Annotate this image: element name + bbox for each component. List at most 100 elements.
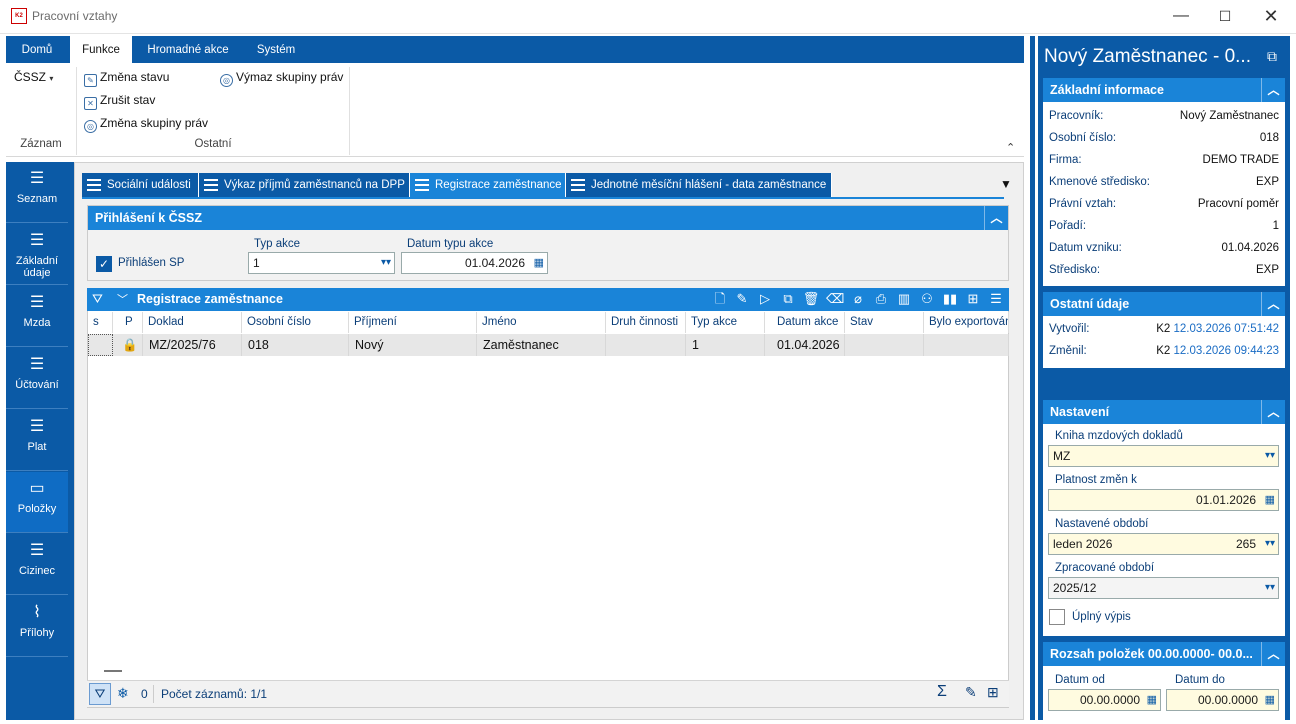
- datum-od-input[interactable]: 00.00.0000 ▦: [1048, 689, 1161, 711]
- maximize-button[interactable]: ☐: [1202, 0, 1248, 34]
- menu-icon[interactable]: ☰: [987, 290, 1005, 308]
- nav-item-0[interactable]: ☰ Seznam: [6, 162, 68, 223]
- tab-socialni-udalosti[interactable]: Sociální události: [82, 173, 199, 198]
- platnost-label: Platnost změn k: [1055, 474, 1137, 486]
- ribbon-tab-domu[interactable]: Domů: [10, 36, 64, 63]
- col-header-jmeno[interactable]: Jméno: [477, 312, 606, 333]
- prihlasen-sp-checkbox[interactable]: ✓: [96, 256, 112, 272]
- print-icon[interactable]: ⎙: [872, 290, 890, 308]
- rozsah-header: Rozsah položek 00.00.0000- 00.0... ︿: [1043, 642, 1285, 666]
- ribbon-tab-system[interactable]: Systém: [246, 36, 306, 63]
- calendar-icon[interactable]: ▦: [1265, 690, 1275, 710]
- filter-icon[interactable]: ⛛: [92, 291, 103, 307]
- zmenil-date[interactable]: 12.03.2026 09:44:23: [1173, 345, 1279, 357]
- cell-datum-akce[interactable]: 01.04.2026: [765, 334, 845, 356]
- platnost-input[interactable]: 01.01.2026 ▦: [1048, 489, 1279, 511]
- popout-icon[interactable]: ⧉: [1267, 48, 1277, 65]
- tab-jednotne-mesicni-hlaseni[interactable]: Jednotné měsíční hlášení - data zaměstna…: [566, 173, 832, 198]
- datum-typu-akce-input[interactable]: 01.04.2026 ▦: [401, 252, 548, 274]
- zmena-stavu-button[interactable]: ✎ Změna stavu: [84, 67, 169, 87]
- copy-icon[interactable]: ⧉: [779, 290, 797, 308]
- collapse-icon[interactable]: ︿: [1261, 400, 1285, 424]
- people-icon[interactable]: ⚇: [918, 290, 936, 308]
- snowflake-icon[interactable]: ❄: [117, 685, 129, 702]
- col-header-doklad[interactable]: Doklad: [143, 312, 242, 333]
- nav-item-6[interactable]: ☰ Cizinec: [6, 534, 68, 595]
- sum-icon[interactable]: Σ: [937, 683, 947, 701]
- col-header-bylo-exportovano[interactable]: Bylo exportováno: [924, 312, 1009, 333]
- close-button[interactable]: ✕: [1248, 0, 1294, 34]
- nav-label: Základní: [15, 255, 59, 267]
- filter-toggle-icon[interactable]: ⛛: [89, 683, 111, 705]
- ribbon-tab-hromadne-akce[interactable]: Hromadné akce: [138, 36, 238, 63]
- trash-icon[interactable]: ⌫: [826, 290, 844, 308]
- zmena-skupiny-prav-button[interactable]: ◎ Změna skupiny práv: [84, 113, 208, 133]
- row-selector[interactable]: [88, 334, 113, 356]
- nav-item-1[interactable]: ☰ Základní údaje: [6, 224, 68, 285]
- panel-splitter[interactable]: [1027, 36, 1038, 720]
- cell-bylo-exportovano[interactable]: [924, 334, 1009, 356]
- collapse-icon[interactable]: ︿: [1261, 78, 1285, 102]
- collapse-icon[interactable]: ︿: [1261, 642, 1285, 666]
- play-icon[interactable]: ▷: [756, 290, 774, 308]
- col-header-s[interactable]: s: [88, 312, 113, 333]
- calendar-icon[interactable]: ▦: [1265, 490, 1275, 510]
- calendar-icon[interactable]: ▦: [534, 253, 544, 273]
- uplny-vypis-checkbox[interactable]: [1049, 609, 1065, 625]
- col-header-p[interactable]: P: [113, 312, 143, 333]
- edit-icon[interactable]: ✎: [965, 684, 977, 701]
- tab-vykaz-prijmu[interactable]: Výkaz příjmů zaměstnanců na DPP: [199, 173, 410, 198]
- edit-icon[interactable]: ✎: [733, 290, 751, 308]
- settings-table-icon[interactable]: ⊞: [987, 684, 999, 701]
- grid-footer: ⛛ ❄ 0 Počet záznamů: 1/1 Σ ✎ ⊞: [87, 680, 1009, 707]
- nav-item-5[interactable]: ▭ Položky: [6, 472, 68, 533]
- new-document-icon[interactable]: 🗋: [711, 290, 729, 308]
- cell-jmeno[interactable]: Zaměstnanec: [477, 334, 606, 356]
- ribbon-collapse-icon[interactable]: ⌃: [1006, 141, 1015, 154]
- columns-icon[interactable]: ▮▮: [941, 290, 959, 308]
- zpracovane-obdobi-select[interactable]: 2025/12 ▾▾: [1048, 577, 1279, 599]
- col-header-stav[interactable]: Stav: [845, 312, 924, 333]
- cell-prijmeni[interactable]: Nový: [349, 334, 477, 356]
- calendar-icon[interactable]: ▦: [1147, 690, 1157, 710]
- col-header-druh-cinnosti[interactable]: Druh činnosti: [606, 312, 686, 333]
- typ-akce-select[interactable]: 1 ▾▾: [248, 252, 395, 274]
- nastavene-obdobi-select[interactable]: leden 2026 265 ▾▾: [1048, 533, 1279, 555]
- tab-registrace-zamestnance[interactable]: Registrace zaměstnance: [410, 173, 566, 198]
- tab-overflow-icon[interactable]: ▼: [1000, 177, 1012, 191]
- nav-label: Účtování: [15, 379, 59, 391]
- collapse-icon[interactable]: ︿: [1261, 292, 1285, 316]
- cell-stav[interactable]: [845, 334, 924, 356]
- vytvoril-date[interactable]: 12.03.2026 07:51:42: [1173, 323, 1279, 335]
- kniha-label: Kniha mzdových dokladů: [1055, 430, 1183, 442]
- chart-icon[interactable]: ▥: [895, 290, 913, 308]
- info-value: 018: [1259, 132, 1279, 144]
- cell-druh-cinnosti[interactable]: [606, 334, 686, 356]
- chevron-down-icon[interactable]: ﹀: [117, 291, 128, 307]
- cssz-button[interactable]: ČSSZ ▾: [14, 67, 53, 87]
- delete-icon[interactable]: 🗑: [802, 290, 820, 308]
- minimize-button[interactable]: —: [1158, 0, 1204, 34]
- vymaz-skupiny-prav-button[interactable]: ◎ Výmaz skupiny práv: [220, 67, 343, 87]
- col-header-typ-akce[interactable]: Typ akce: [686, 312, 765, 333]
- nav-item-4[interactable]: ☰ Plat: [6, 410, 68, 471]
- nav-item-7[interactable]: ⌇ Přílohy: [6, 596, 68, 657]
- collapse-icon[interactable]: ︿: [984, 206, 1008, 230]
- attachment-icon[interactable]: ⌀: [849, 290, 867, 308]
- col-header-prijmeni[interactable]: Příjmení: [349, 312, 477, 333]
- grid-resize-handle[interactable]: [104, 670, 122, 672]
- kniha-value: MZ: [1053, 449, 1071, 463]
- zrusit-stav-button[interactable]: ✕ Zrušit stav: [84, 90, 155, 110]
- col-header-osobni-cislo[interactable]: Osobní číslo: [242, 312, 349, 333]
- ribbon-tab-funkce[interactable]: Funkce: [70, 36, 132, 64]
- cell-typ-akce[interactable]: 1: [686, 334, 765, 356]
- datum-do-input[interactable]: 00.00.0000 ▦: [1166, 689, 1279, 711]
- cell-doklad[interactable]: MZ/2025/76: [143, 334, 242, 356]
- nav-item-3[interactable]: ☰ Účtování: [6, 348, 68, 409]
- kniha-select[interactable]: MZ ▾▾: [1048, 445, 1279, 467]
- excel-export-icon[interactable]: ⊞: [964, 290, 982, 308]
- nav-label: Cizinec: [18, 565, 56, 577]
- col-header-datum-akce[interactable]: Datum akce: [765, 312, 845, 333]
- cell-osobni-cislo[interactable]: 018: [242, 334, 349, 356]
- nav-item-2[interactable]: ☰ Mzda: [6, 286, 68, 347]
